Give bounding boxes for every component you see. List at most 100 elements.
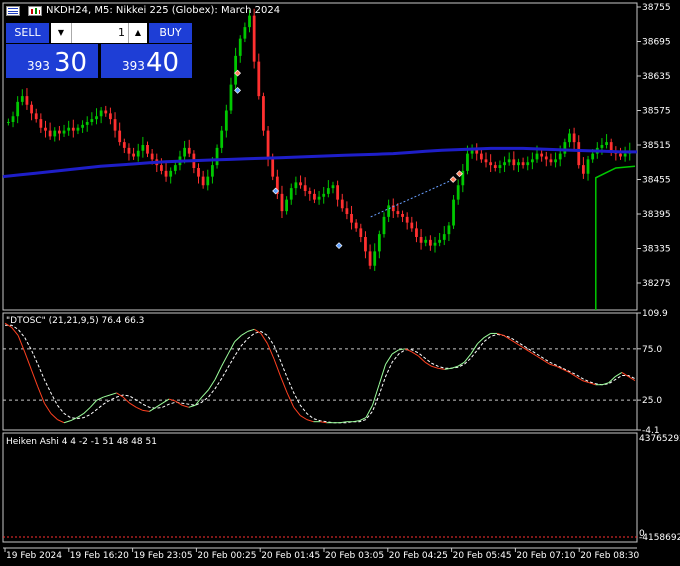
candle-body: [568, 133, 571, 143]
signal-marker: [335, 242, 343, 250]
osc-main-line: [424, 361, 432, 367]
candle-body: [20, 96, 24, 102]
candle-body: [113, 119, 117, 131]
osc-main-line: [221, 353, 229, 367]
price-axis-label: 38455: [642, 176, 671, 186]
candle-body: [95, 116, 98, 120]
candle-body: [127, 147, 131, 154]
candle-body: [90, 119, 94, 122]
candle-body: [183, 147, 186, 157]
osc-main-line: [168, 398, 176, 402]
candle-body: [197, 168, 200, 177]
osc-main-line: [510, 339, 518, 345]
ha-axis-label-zero: 0: [639, 529, 645, 539]
price-axis-label: 38755: [642, 3, 671, 13]
candle-body: [503, 162, 506, 166]
candle-body: [438, 239, 442, 243]
time-axis-label: 19 Feb 23:05: [134, 551, 193, 561]
osc-main-line: [385, 353, 393, 365]
candle-body: [489, 162, 493, 166]
candle-body: [71, 127, 75, 131]
price-axis-label: 38515: [642, 141, 671, 151]
osc-main-line: [37, 386, 45, 404]
buy-price-box[interactable]: 393 40: [101, 44, 192, 78]
lot-dropdown-icon[interactable]: ▼: [51, 23, 72, 43]
chart-type-icon[interactable]: [28, 6, 42, 16]
buy-button[interactable]: BUY: [149, 23, 192, 43]
candle-body: [456, 185, 460, 200]
candle-body: [243, 27, 247, 39]
candle-body: [266, 130, 270, 160]
osc-main-line: [280, 376, 288, 394]
price-axis-label: 38335: [642, 245, 671, 255]
candle-body: [410, 222, 414, 229]
lot-stepper[interactable]: ▼ 1 ▲: [51, 23, 147, 43]
osc-main-line: [431, 365, 439, 369]
price-axis-label: 38695: [642, 38, 671, 48]
osc-main-line: [136, 406, 144, 411]
candle-body: [67, 127, 71, 131]
candle-body: [535, 153, 539, 160]
sell-price-pips: 30: [54, 48, 88, 78]
candle-body: [206, 176, 210, 186]
candle-body: [308, 191, 312, 194]
time-axis-label: 19 Feb 16:20: [70, 551, 129, 561]
candle-body: [540, 153, 544, 157]
candle-body: [104, 110, 108, 114]
sell-button[interactable]: SELL: [6, 23, 49, 43]
osc-main-line: [182, 404, 189, 408]
candle-body: [623, 153, 627, 157]
candle-body: [600, 145, 604, 148]
price-axis-label: 38575: [642, 107, 671, 117]
candle-body: [609, 142, 613, 151]
candle-body: [558, 153, 562, 160]
candle-body: [368, 251, 372, 266]
candle-body: [396, 211, 400, 214]
osc-main-line: [391, 349, 400, 355]
osc-main-line: [608, 376, 616, 384]
lot-increment-icon[interactable]: ▲: [128, 23, 147, 43]
candle-body: [201, 176, 205, 186]
candle-body: [479, 153, 483, 160]
osc-main-line: [615, 371, 623, 377]
candle-body: [530, 159, 534, 163]
candle-body: [586, 159, 590, 174]
osc-main-line: [17, 335, 26, 353]
heiken-ashi-label: Heiken Ashi 4 4 -2 -1 51 48 48 51: [6, 437, 157, 447]
candle-body: [215, 147, 219, 166]
candle-body: [317, 196, 321, 200]
osc-main-line: [129, 402, 137, 408]
candle-body: [211, 165, 214, 177]
signal-step-line: [595, 165, 636, 310]
candle-body: [85, 122, 89, 125]
candle-body: [299, 182, 302, 186]
candle-body: [99, 110, 103, 117]
candle-body: [81, 124, 84, 128]
candle-body: [419, 237, 423, 243]
candle-body: [577, 142, 581, 166]
candle-body: [554, 159, 557, 163]
candle-body: [466, 153, 469, 171]
chart-canvas[interactable]: 38755 38695 38635 38575 38515 38455 38395 38335…: [0, 0, 680, 566]
osc-main-line: [208, 379, 216, 391]
candle-body: [433, 242, 437, 246]
osc-main-line: [575, 376, 583, 382]
time-axis-label: 19 Feb 2024: [6, 551, 62, 561]
buy-price-pips: 40: [146, 48, 180, 78]
osc-main-line: [175, 400, 183, 406]
candle-body: [136, 150, 140, 157]
osc-main-line: [372, 384, 380, 406]
candle-body: [58, 130, 61, 134]
symbol-list-icon[interactable]: [6, 6, 20, 16]
buy-price-prefix: 393: [122, 59, 145, 73]
osc-main-line: [293, 407, 301, 416]
candle-body: [619, 153, 622, 157]
candle-body: [303, 185, 307, 191]
candle-body: [313, 193, 316, 200]
osc-main-line: [24, 351, 32, 370]
candle-body: [340, 199, 344, 209]
candle-body: [48, 130, 52, 137]
sell-price-box[interactable]: 393 30: [6, 44, 98, 78]
candle-body: [447, 225, 451, 235]
lot-value-input[interactable]: 1: [73, 23, 125, 43]
